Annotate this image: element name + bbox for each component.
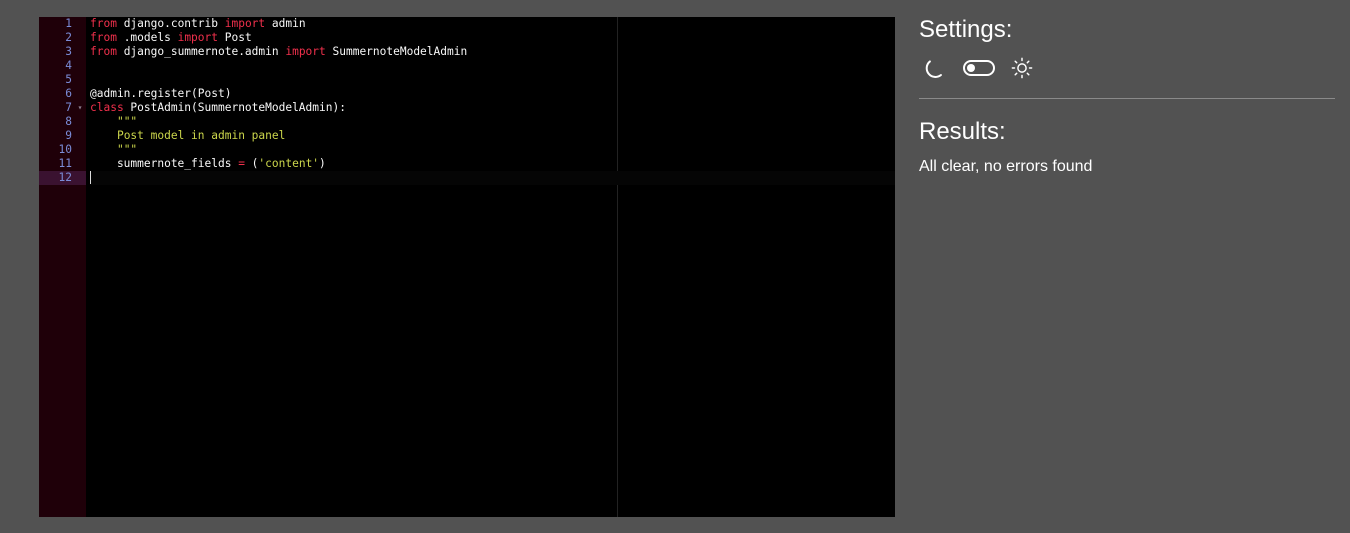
line-number: 4: [65, 59, 72, 72]
code-token: .models: [116, 31, 178, 44]
code-token: django.contrib: [116, 17, 225, 30]
line-number: 5: [65, 73, 72, 86]
code-token: @admin.register(Post): [90, 87, 232, 100]
string-token: """: [116, 143, 138, 156]
results-heading: Results:: [919, 118, 1006, 145]
code-text: """: [90, 115, 895, 129]
operator-token: =: [238, 157, 245, 170]
theme-toggle[interactable]: [963, 60, 995, 76]
code-line[interactable]: 2 from .models import Post: [39, 31, 895, 45]
keyword-token: from: [90, 45, 117, 58]
code-line[interactable]: 4: [39, 59, 895, 73]
code-text: from django.contrib import admin: [90, 17, 895, 31]
code-token: PostAdmin(SummernoteModelAdmin):: [123, 101, 346, 114]
code-editor[interactable]: 1 from django.contrib import admin 2 from .…: [39, 17, 895, 517]
code-text: @admin.register(Post): [90, 87, 895, 101]
keyword-token: import: [224, 17, 266, 30]
code-text: [90, 171, 895, 185]
line-number: 2: [65, 31, 72, 44]
code-line[interactable]: 12: [39, 171, 895, 185]
code-token: Post: [218, 31, 252, 44]
code-text: summernote_fields = ('content'): [90, 157, 895, 171]
string-token: """: [116, 115, 138, 128]
code-token: django_summernote.admin: [116, 45, 286, 58]
keyword-token: import: [285, 45, 326, 58]
line-number: 12: [39, 171, 86, 185]
line-number: 8: [65, 115, 72, 128]
code-token: SummernoteModelAdmin: [325, 45, 468, 58]
line-number: 10: [58, 143, 72, 156]
side-panel: Settings: Results: All clear, no errors …: [919, 14, 1335, 176]
sun-icon: [1011, 57, 1033, 79]
text-cursor: [90, 171, 91, 184]
string-token: 'content': [258, 157, 320, 170]
code-line[interactable]: 5: [39, 73, 895, 87]
theme-settings: [919, 52, 1335, 84]
code-content[interactable]: 1 from django.contrib import admin 2 from .…: [39, 17, 895, 185]
moon-icon: [925, 60, 942, 78]
code-token: ): [319, 157, 326, 170]
code-line[interactable]: 3 from django_summernote.admin import Sum…: [39, 45, 895, 59]
code-text: """: [90, 143, 895, 157]
string-token: Post model in admin panel: [116, 129, 286, 142]
code-token: admin: [265, 17, 306, 30]
code-token: summernote_fields: [90, 157, 239, 170]
settings-heading: Settings:: [919, 16, 1013, 43]
fold-arrow-icon[interactable]: ▾: [76, 101, 84, 115]
code-text: from django_summernote.admin import Summ…: [90, 45, 895, 59]
code-line[interactable]: 7 ▾ class PostAdmin(SummernoteModelAdmin):: [39, 101, 895, 115]
code-line[interactable]: 9 Post model in admin panel: [39, 129, 895, 143]
code-line[interactable]: 6 @admin.register(Post): [39, 87, 895, 101]
keyword-token: from: [90, 17, 117, 30]
keyword-token: class: [90, 101, 124, 114]
code-token: (: [244, 157, 259, 170]
keyword-token: import: [177, 31, 218, 44]
code-text: from .models import Post: [90, 31, 895, 45]
line-number: 1: [65, 17, 72, 30]
code-text: Post model in admin panel: [90, 129, 895, 143]
code-line[interactable]: 10 """: [39, 143, 895, 157]
section-divider: [919, 98, 1335, 99]
code-text: class PostAdmin(SummernoteModelAdmin):: [90, 101, 895, 115]
results-message: All clear, no errors found: [919, 158, 1093, 175]
line-number: 9: [65, 129, 72, 142]
toggle-knob: [967, 64, 975, 72]
code-line[interactable]: 1 from django.contrib import admin: [39, 17, 895, 31]
line-number: 11: [58, 157, 72, 170]
code-line[interactable]: 11 summernote_fields = ('content'): [39, 157, 895, 171]
line-number: 3: [65, 45, 72, 58]
keyword-token: from: [90, 31, 117, 44]
line-number: 6: [65, 87, 72, 100]
code-line[interactable]: 8 """: [39, 115, 895, 129]
